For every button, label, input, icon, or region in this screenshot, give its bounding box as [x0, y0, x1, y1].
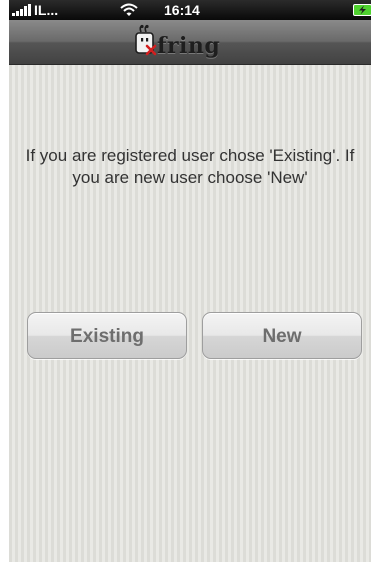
app-logo: fring: [133, 24, 253, 62]
content-area: If you are registered user chose 'Existi…: [9, 65, 371, 562]
signal-bars-icon: [12, 4, 31, 16]
new-button[interactable]: New: [202, 312, 362, 359]
status-bar: IL... 16:14: [9, 0, 371, 20]
logo-wordmark: fring: [157, 33, 221, 59]
battery-charging-icon: [353, 4, 371, 16]
status-time: 16:14: [164, 2, 200, 18]
phone-screen: IL... 16:14 fring If you are registered …: [9, 0, 371, 562]
fring-mascot-icon: [135, 24, 157, 56]
carrier-name: IL...: [34, 2, 59, 18]
wifi-icon: [120, 3, 138, 16]
instruction-message: If you are registered user chose 'Existi…: [25, 146, 355, 187]
navigation-bar: fring: [9, 20, 371, 65]
existing-button[interactable]: Existing: [27, 312, 187, 359]
